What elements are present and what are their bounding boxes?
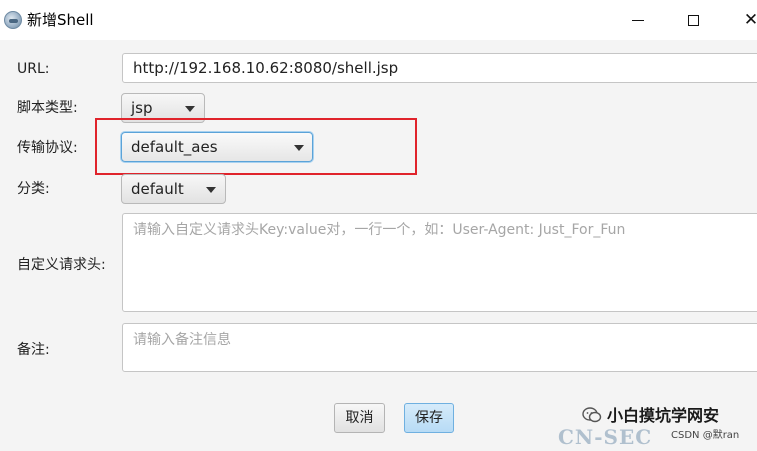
watermark-csdn: CSDN @默ran: [671, 430, 740, 442]
chevron-down-icon: [206, 187, 216, 193]
save-button[interactable]: 保存: [404, 403, 454, 433]
minimize-icon[interactable]: [632, 20, 644, 21]
url-input[interactable]: http://192.168.10.62:8080/shell.jsp: [122, 53, 757, 83]
notes-textarea[interactable]: 请输入备注信息: [122, 323, 757, 372]
close-icon[interactable]: ✕: [740, 9, 757, 31]
notes-placeholder: 请输入备注信息: [133, 332, 231, 348]
category-value: default: [131, 180, 184, 198]
url-label: URL:: [17, 61, 50, 77]
protocol-label: 传输协议:: [17, 140, 78, 156]
script-type-label: 脚本类型:: [17, 100, 78, 116]
watermark-site: CN-SEC: [558, 425, 653, 449]
script-type-value: jsp: [131, 99, 153, 117]
window-title: 新增Shell: [27, 11, 94, 29]
category-select[interactable]: default: [121, 174, 226, 204]
cancel-button[interactable]: 取消: [334, 403, 385, 433]
watermark-channel-name: 小白摸坑学网安: [607, 406, 720, 425]
headers-label: 自定义请求头:: [17, 257, 106, 273]
wechat-channel-icon: [582, 407, 602, 423]
chevron-down-icon: [185, 106, 195, 112]
maximize-icon[interactable]: [688, 15, 699, 26]
add-shell-dialog: 新增Shell ✕ URL: http://192.168.10.62:8080…: [0, 0, 757, 451]
category-label: 分类:: [17, 181, 50, 197]
headers-placeholder: 请输入自定义请求头Key:value对，一行一个，如：User-Agent: J…: [133, 222, 626, 238]
shell-app-icon: [4, 11, 22, 29]
title-bar: 新增Shell ✕: [0, 0, 757, 40]
annotation-highlight-box: [95, 118, 417, 175]
notes-label: 备注:: [17, 342, 50, 358]
headers-textarea[interactable]: 请输入自定义请求头Key:value对，一行一个，如：User-Agent: J…: [122, 213, 757, 312]
